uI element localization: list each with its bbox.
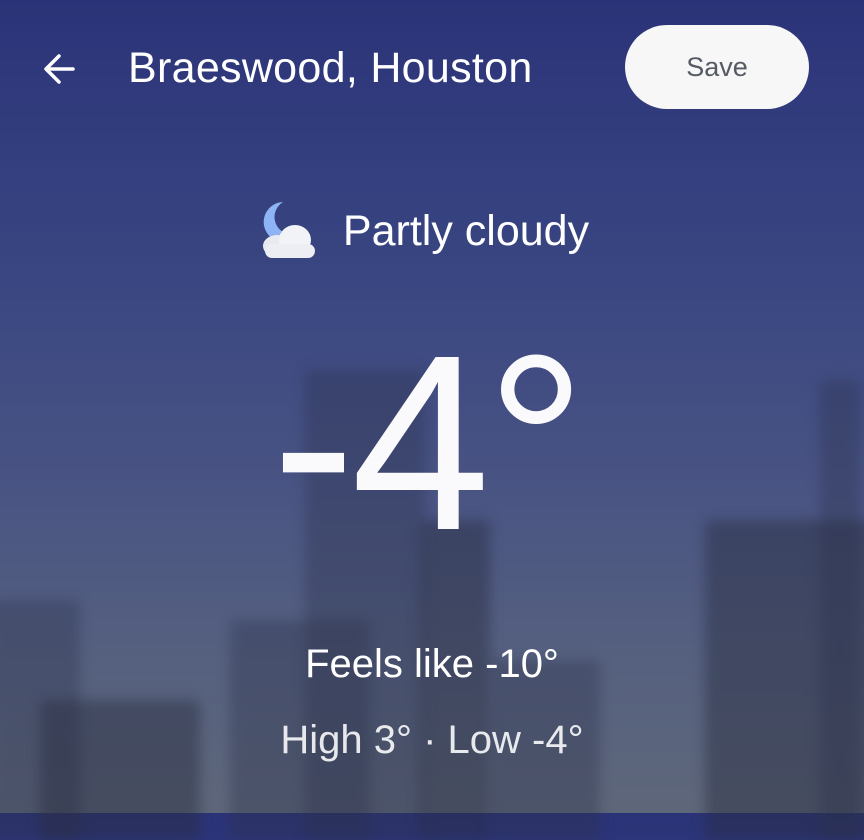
save-button[interactable]: Save	[625, 25, 809, 109]
current-temperature: -4°	[271, 303, 586, 582]
arrow-back-icon	[44, 54, 75, 84]
current-temperature-row: -4°	[0, 318, 864, 568]
back-button[interactable]	[34, 44, 84, 94]
feels-like-temperature: Feels like -10°	[305, 642, 559, 686]
partly-cloudy-night-icon	[262, 202, 315, 258]
location-title: Braeswood, Houston	[128, 44, 533, 92]
high-low-temperature: High 3° · Low -4°	[280, 718, 584, 762]
condition-text: Partly cloudy	[342, 207, 590, 255]
current-condition: Partly cloudy	[0, 198, 864, 264]
top-app-bar: Braeswood, Houston Save	[0, 0, 864, 140]
